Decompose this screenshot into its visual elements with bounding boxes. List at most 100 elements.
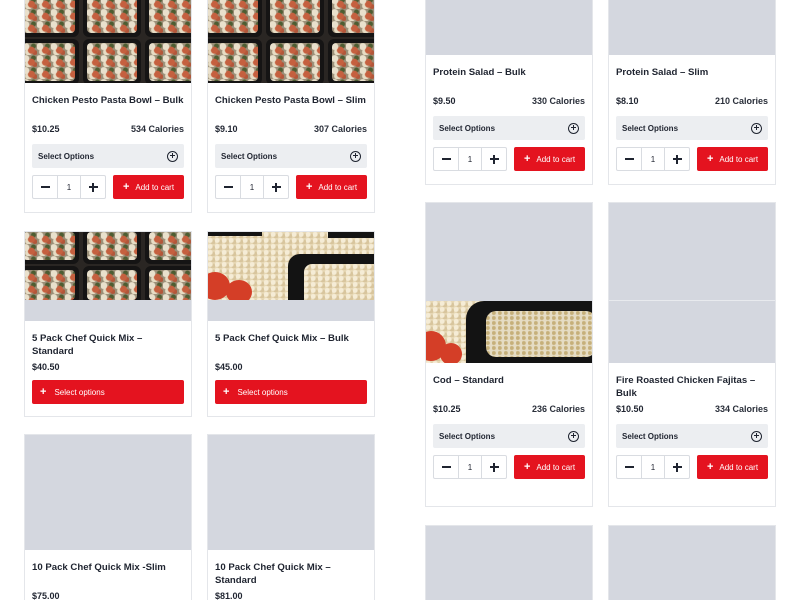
plus-circle-icon [350,150,361,162]
product-title[interactable]: Protein Salad – Slim [616,66,768,92]
product-calories: 210 Calories [714,96,768,106]
add-to-cart-button[interactable]: + Add to cart [697,455,768,479]
quantity-stepper: 1 [433,147,507,171]
product-calories: 307 Calories [313,124,367,134]
plus-icon: + [523,460,531,473]
product-title[interactable]: 5 Pack Chef Quick Mix – Standard [32,332,184,358]
plus-icon[interactable] [264,176,288,198]
add-to-cart-button[interactable]: + Add to cart [514,147,585,171]
quantity-input[interactable]: 1 [57,176,81,198]
product-title[interactable]: 5 Pack Chef Quick Mix – Bulk [215,332,367,358]
quantity-stepper: 1 [32,175,106,199]
product-image[interactable] [25,435,191,550]
product-title[interactable]: Cod – Standard [433,374,585,400]
product-card: Cod – Standard $10.25 236 Calories Selec… [425,202,593,507]
select-options-dropdown[interactable]: Select Options [616,116,768,140]
minus-icon[interactable] [617,148,641,170]
select-options-label: Select Options [221,151,278,161]
add-to-cart-button[interactable]: + Add to cart [697,147,768,171]
plus-icon[interactable] [665,456,689,478]
plus-circle-icon [568,122,579,134]
product-card: 10 Pack Chef Quick Mix -Slim $75.00 [24,434,192,600]
product-title[interactable]: 10 Pack Chef Quick Mix -Slim [32,561,184,587]
product-image[interactable] [208,435,374,550]
select-options-button[interactable]: + Select options [215,380,367,404]
product-title[interactable]: Chicken Pesto Pasta Bowl – Bulk [32,94,184,120]
select-options-dropdown[interactable]: Select Options [616,424,768,448]
product-card: Chicken Pesto Pasta Bowl – Bulk $10.25 5… [24,0,192,213]
plus-circle-icon [751,430,762,442]
quantity-input[interactable]: 1 [641,148,665,170]
product-card: Chicken Pesto Pasta Bowl – Slim $9.10 30… [207,0,375,213]
product-calories: 330 Calories [531,96,585,106]
product-title[interactable]: Fire Roasted Chicken Fajitas – Bulk [616,374,768,400]
product-image[interactable] [609,0,775,55]
product-image[interactable] [25,232,191,300]
plus-circle-icon [568,430,579,442]
plus-icon: + [523,152,531,165]
quantity-stepper: 1 [616,455,690,479]
select-options-dropdown[interactable]: Select Options [32,144,184,168]
product-price: $9.50 [433,96,456,106]
quantity-input[interactable]: 1 [458,456,482,478]
select-options-label: Select Options [439,123,496,133]
plus-circle-icon [167,150,178,162]
product-calories: 534 Calories [130,124,184,134]
product-image[interactable] [426,0,592,55]
select-options-button[interactable]: + Select options [32,380,184,404]
quantity-input[interactable]: 1 [240,176,264,198]
select-options-label: Select Options [622,123,679,133]
minus-icon[interactable] [617,456,641,478]
product-image[interactable] [609,526,775,600]
product-price: $10.25 [433,404,461,414]
minus-icon[interactable] [216,176,240,198]
plus-icon: + [706,460,714,473]
plus-icon: + [40,385,47,398]
select-options-label: Select Options [38,151,95,161]
product-card: 5 Pack Chef Quick Mix – Bulk $45.00 + Se… [207,231,375,417]
quantity-input[interactable]: 1 [458,148,482,170]
product-title[interactable]: 10 Pack Chef Quick Mix – Standard [215,561,367,587]
add-to-cart-button[interactable]: + Add to cart [113,175,184,199]
product-price: $45.00 [215,362,243,372]
add-to-cart-button[interactable]: + Add to cart [514,455,585,479]
select-options-label: Select options [54,387,105,397]
minus-icon[interactable] [434,456,458,478]
select-options-dropdown[interactable]: Select Options [433,116,585,140]
add-to-cart-label: Add to cart [135,182,175,192]
product-image[interactable] [25,0,191,83]
quantity-input[interactable]: 1 [641,456,665,478]
product-price: $9.10 [215,124,238,134]
plus-icon: + [122,180,130,193]
product-title[interactable]: Protein Salad – Bulk [433,66,585,92]
product-calories: 236 Calories [531,404,585,414]
select-options-label: Select Options [622,431,679,441]
plus-icon[interactable] [81,176,105,198]
product-image[interactable] [208,232,374,300]
plus-icon[interactable] [665,148,689,170]
product-card: 5 Pack Chef Quick Mix – Standard $40.50 … [24,231,192,417]
plus-icon[interactable] [482,148,506,170]
select-options-dropdown[interactable]: Select Options [215,144,367,168]
product-image[interactable] [609,203,775,301]
product-card: 10 Pack Chef Quick Mix – Standard $81.00 [207,434,375,600]
product-card: Protein Salad – Slim $8.10 210 Calories … [608,0,776,185]
product-title[interactable]: Chicken Pesto Pasta Bowl – Slim [215,94,367,120]
select-options-dropdown[interactable]: Select Options [433,424,585,448]
product-image[interactable] [208,0,374,83]
minus-icon[interactable] [33,176,57,198]
product-image[interactable] [426,526,592,600]
add-to-cart-button[interactable]: + Add to cart [296,175,367,199]
product-calories: 334 Calories [714,404,768,414]
image-placeholder-strip [426,203,592,301]
product-price: $75.00 [32,591,60,600]
product-price: $8.10 [616,96,639,106]
product-price: $81.00 [215,591,243,600]
plus-icon[interactable] [482,456,506,478]
product-card: Fire Roasted Chicken Fajitas – Bulk $10.… [608,202,776,507]
product-image[interactable] [426,301,592,363]
image-placeholder-strip [609,301,775,363]
plus-icon: + [223,385,230,398]
quantity-stepper: 1 [433,455,507,479]
minus-icon[interactable] [434,148,458,170]
